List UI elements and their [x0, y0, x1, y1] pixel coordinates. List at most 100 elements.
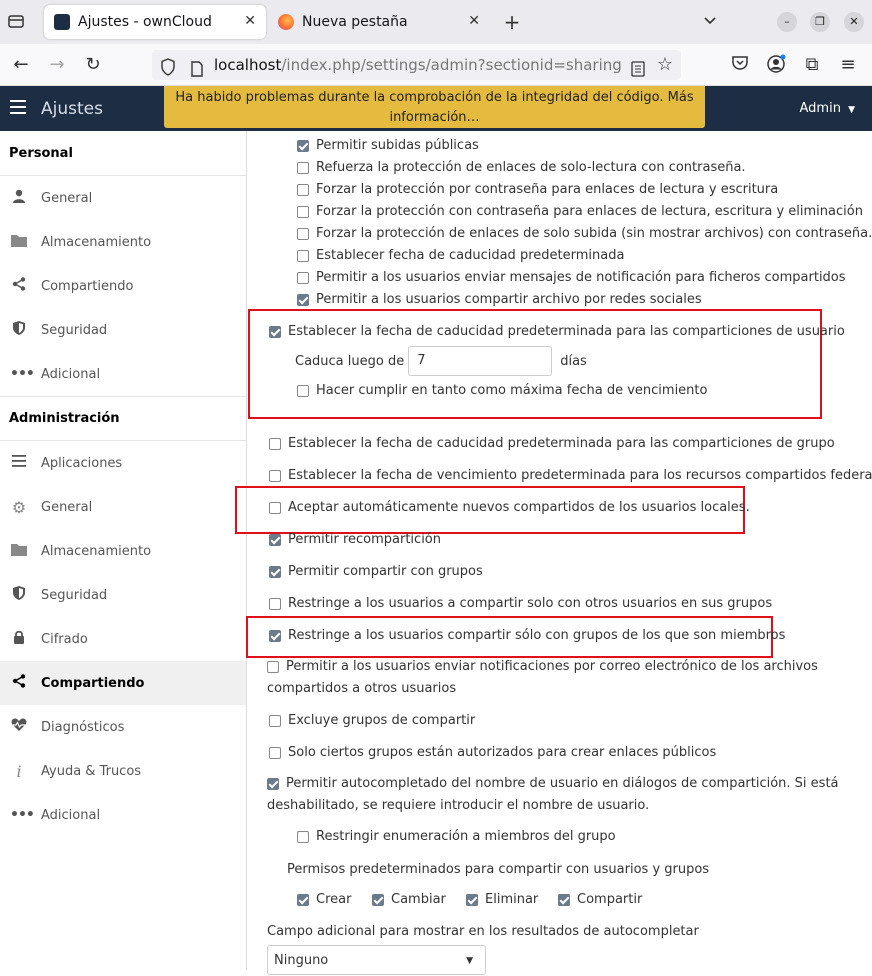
sidebar-item-help[interactable]: i Ayuda & Trucos [0, 749, 246, 793]
checkbox[interactable] [269, 469, 281, 482]
option-label[interactable]: Permitir a los usuarios enviar notificac… [286, 656, 818, 678]
checkbox[interactable] [267, 661, 279, 673]
tab-list-chevron-icon[interactable] [700, 12, 720, 32]
checkbox[interactable] [269, 437, 281, 450]
checkbox[interactable] [297, 183, 309, 196]
close-window-icon[interactable]: ✕ [844, 12, 864, 32]
checkbox[interactable] [372, 893, 384, 906]
option-row: Establecer la fecha de caducidad predete… [269, 436, 835, 451]
perm-label[interactable]: Crear [316, 892, 351, 907]
checkbox[interactable] [269, 629, 281, 642]
checkbox[interactable] [297, 227, 309, 240]
checkbox[interactable] [297, 249, 309, 262]
close-tab-icon[interactable]: ✕ [244, 13, 256, 29]
option-label[interactable]: Permitir recompartición [288, 532, 441, 547]
option-label[interactable]: Solo ciertos grupos están autorizados pa… [288, 745, 716, 760]
reader-view-icon[interactable] [631, 57, 645, 87]
hamburger-icon[interactable] [10, 99, 28, 119]
perm-label[interactable]: Cambiar [391, 892, 446, 907]
menu-icon[interactable]: ≡ [837, 54, 859, 76]
back-icon[interactable]: ← [10, 54, 32, 76]
checkbox[interactable] [269, 533, 281, 546]
option-label[interactable]: Establecer la fecha de caducidad predete… [288, 324, 845, 339]
sidebar-item-admin-additional[interactable]: ••• Adicional [0, 793, 246, 837]
checkbox[interactable] [297, 271, 309, 284]
option-label[interactable]: Restringe a los usuarios a compartir sol… [288, 596, 772, 611]
integrity-warning[interactable]: Ha habido problemas durante la comprobac… [164, 86, 705, 128]
checkbox[interactable] [269, 325, 281, 338]
perm-label[interactable]: Compartir [577, 892, 642, 907]
settings-sidebar: Personal General Almacenamiento Comparti… [0, 131, 247, 970]
checkbox[interactable] [269, 746, 281, 759]
option-label[interactable]: Refuerza la protección de enlaces de sol… [316, 160, 746, 175]
reload-icon[interactable]: ↻ [82, 54, 104, 76]
expire-days-input[interactable]: 7 [408, 346, 553, 376]
address-bar[interactable]: localhost/index.php/settings/admin?secti… [152, 50, 681, 80]
checkbox[interactable] [297, 293, 309, 306]
user-menu[interactable]: Admin ▼ [800, 101, 856, 116]
option-label[interactable]: Permitir compartir con grupos [288, 564, 483, 579]
sidebar-item-personal-general[interactable]: General [0, 176, 246, 220]
close-tab-icon[interactable]: ✕ [468, 13, 480, 29]
forward-icon[interactable]: → [46, 54, 68, 76]
checkbox[interactable] [269, 565, 281, 578]
shield-icon[interactable] [160, 56, 176, 86]
tab-ajustes[interactable]: Ajustes - ownCloud ✕ [44, 5, 266, 39]
option-label[interactable]: Hacer cumplir en tanto como máxima fecha… [316, 383, 707, 398]
checkbox[interactable] [297, 161, 309, 174]
app-title[interactable]: Ajustes [41, 99, 103, 119]
pocket-icon[interactable] [729, 54, 751, 78]
sidebar-item-apps[interactable]: Aplicaciones [0, 441, 246, 485]
sidebar-item-label: Adicional [41, 807, 101, 823]
option-label[interactable]: Establecer fecha de caducidad predetermi… [316, 248, 624, 263]
option-label[interactable]: Permitir a los usuarios enviar mensajes … [316, 270, 846, 285]
new-tab-icon[interactable]: + [502, 10, 522, 34]
option-label[interactable]: Aceptar automáticamente nuevos compartid… [288, 500, 750, 515]
checkbox[interactable] [558, 893, 570, 906]
option-row-autocomplete: Permitir autocompletado del nombre de us… [267, 773, 839, 817]
option-label[interactable]: Forzar la protección con contraseña para… [316, 204, 863, 219]
checkbox[interactable] [297, 893, 309, 906]
maximize-icon[interactable]: ❐ [810, 12, 830, 32]
sidebar-item-admin-storage[interactable]: Almacenamiento [0, 529, 246, 573]
option-label[interactable]: Forzar la protección por contraseña para… [316, 182, 778, 197]
extra-field-select[interactable]: Ninguno ▼ [267, 945, 486, 975]
sidebar-item-sharing[interactable]: Compartiendo [0, 661, 246, 705]
sidebar-item-diagnostics[interactable]: Diagnósticos [0, 705, 246, 749]
checkbox[interactable] [297, 830, 309, 843]
sidebar-item-personal-additional[interactable]: ••• Adicional [0, 352, 246, 396]
checkbox[interactable] [297, 384, 309, 397]
checkbox[interactable] [269, 597, 281, 610]
sidebar-item-label: Almacenamiento [41, 543, 152, 559]
option-label[interactable]: Permitir subidas públicas [316, 138, 479, 153]
checkbox[interactable] [269, 714, 281, 727]
option-label[interactable]: Permitir autocompletado del nombre de us… [286, 773, 839, 795]
sidebar-item-personal-sharing[interactable]: Compartiendo [0, 264, 246, 308]
sidebar-item-encryption[interactable]: Cifrado [0, 617, 246, 661]
sidebar-item-admin-general[interactable]: ⚙ General [0, 485, 246, 529]
minimize-icon[interactable]: – [777, 12, 797, 32]
tab-overview-icon[interactable] [6, 12, 26, 34]
checkbox[interactable] [466, 893, 478, 906]
checkbox[interactable] [269, 501, 281, 514]
option-label[interactable]: Permitir a los usuarios compartir archiv… [316, 292, 702, 307]
option-label[interactable]: Restringir enumeración a miembros del gr… [316, 829, 616, 844]
option-label[interactable]: Establecer la fecha de caducidad predete… [288, 436, 835, 451]
sidebar-item-personal-security[interactable]: Seguridad [0, 308, 246, 352]
account-icon[interactable] [765, 54, 787, 80]
checkbox[interactable] [297, 139, 309, 152]
option-label[interactable]: Restringe a los usuarios compartir sólo … [288, 628, 785, 643]
warning-line-2[interactable]: información… [164, 108, 705, 128]
sidebar-item-personal-storage[interactable]: Almacenamiento [0, 220, 246, 264]
checkbox[interactable] [297, 205, 309, 218]
option-row: Hacer cumplir en tanto como máxima fecha… [297, 383, 707, 398]
bookmark-star-icon[interactable]: ☆ [657, 50, 673, 80]
checkbox[interactable] [267, 778, 279, 790]
option-label[interactable]: Excluye grupos de compartir [288, 713, 475, 728]
tab-nueva-pestana[interactable]: Nueva pestaña ✕ [268, 5, 490, 39]
extensions-icon[interactable]: ⧉ [801, 54, 823, 76]
option-label[interactable]: Establecer la fecha de vencimiento prede… [288, 468, 872, 483]
sidebar-item-admin-security[interactable]: Seguridad [0, 573, 246, 617]
option-label[interactable]: Forzar la protección de enlaces de solo … [316, 226, 872, 241]
perm-label[interactable]: Eliminar [485, 892, 538, 907]
